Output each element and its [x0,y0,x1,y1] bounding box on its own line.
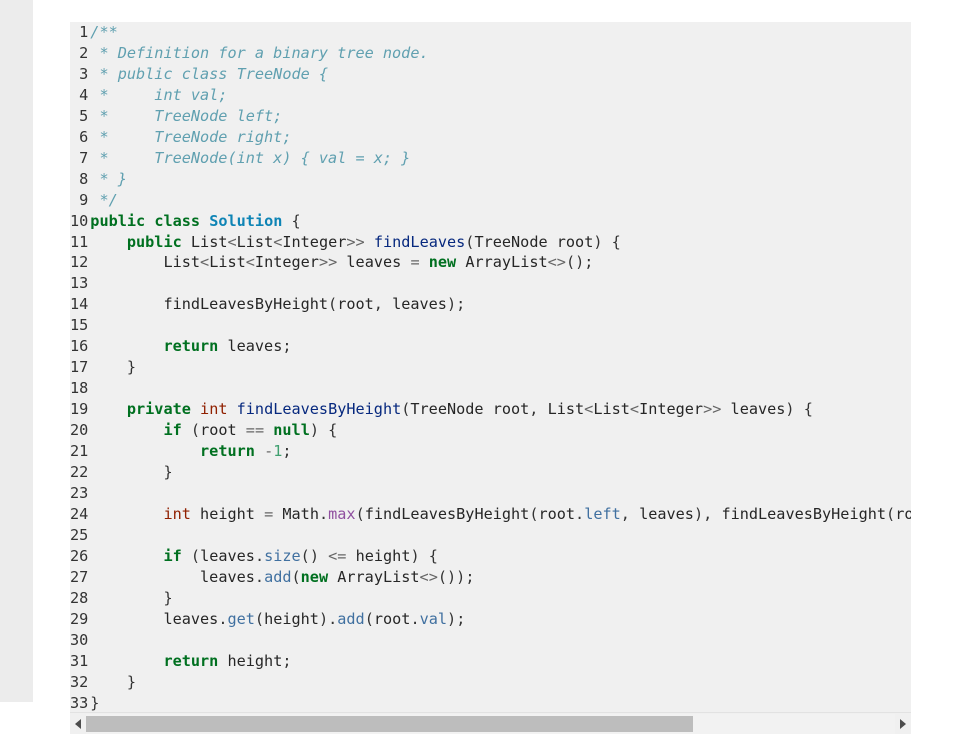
code-block-panel: 1 2 3 4 5 6 7 8 9 10 11 12 13 14 15 16 1… [70,22,911,712]
page-side-strip [0,0,33,702]
code-content: /** * Definition for a binary tree node.… [90,23,911,712]
line-number-gutter: 1 2 3 4 5 6 7 8 9 10 11 12 13 14 15 16 1… [70,22,91,712]
horizontal-scrollbar[interactable] [70,712,911,734]
code-table: 1 2 3 4 5 6 7 8 9 10 11 12 13 14 15 16 1… [70,22,911,712]
scroll-right-arrow-icon[interactable] [895,714,911,734]
page-root: 1 2 3 4 5 6 7 8 9 10 11 12 13 14 15 16 1… [0,0,955,748]
left-triangle-icon [75,719,81,729]
line-numbers: 1 2 3 4 5 6 7 8 9 10 11 12 13 14 15 16 1… [70,23,89,712]
scrollbar-thumb[interactable] [86,716,693,732]
right-triangle-icon [900,719,906,729]
scroll-left-arrow-icon[interactable] [70,714,86,734]
scrollbar-track[interactable] [86,714,895,734]
code-scroll-viewport[interactable]: 1 2 3 4 5 6 7 8 9 10 11 12 13 14 15 16 1… [70,22,911,712]
code-cell[interactable]: /** * Definition for a binary tree node.… [90,22,911,712]
